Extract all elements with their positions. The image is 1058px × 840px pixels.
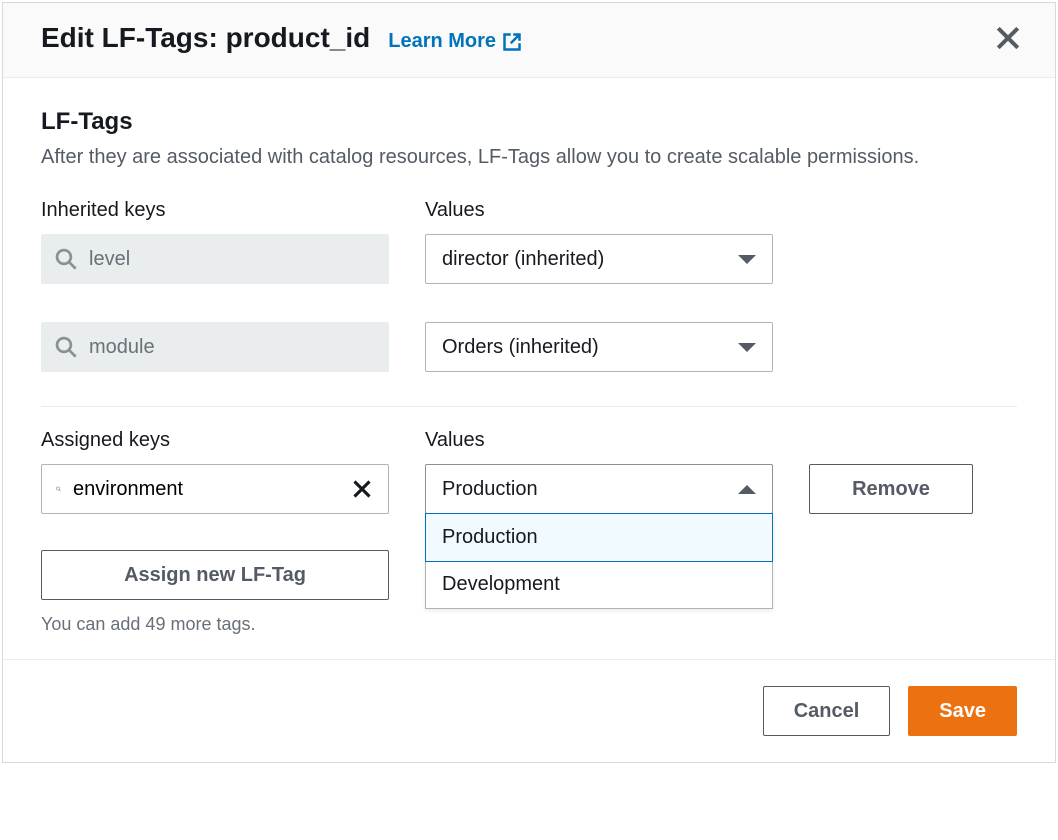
assigned-keys-label: Assigned keys	[41, 429, 389, 452]
assigned-actions-col: Remove	[809, 429, 973, 514]
section-title: LF-Tags	[41, 108, 1017, 136]
section-desc: After they are associated with catalog r…	[41, 146, 1017, 169]
remove-label: Remove	[852, 478, 930, 501]
select-text: Orders (inherited)	[442, 336, 599, 359]
assigned-row: Assigned keys Assign new LF-Tag	[41, 429, 1017, 635]
inherited-key-text: module	[89, 336, 155, 359]
cancel-label: Cancel	[794, 700, 860, 723]
assigned-keys-col: Assigned keys Assign new LF-Tag	[41, 429, 389, 635]
save-button[interactable]: Save	[908, 686, 1017, 736]
save-label: Save	[939, 700, 986, 723]
learn-more-link[interactable]: Learn More	[388, 30, 522, 53]
clear-input-button[interactable]	[350, 477, 374, 501]
select-text: Production	[442, 478, 538, 501]
remove-button[interactable]: Remove	[809, 464, 973, 514]
cancel-button[interactable]: Cancel	[763, 686, 891, 736]
select-text: director (inherited)	[442, 248, 604, 271]
inherited-key-field: level	[41, 234, 389, 284]
header-left: Edit LF-Tags: product_id Learn More	[41, 22, 522, 54]
assigned-values-label: Values	[425, 429, 773, 452]
inherited-keys-col: Inherited keys level module	[41, 199, 389, 372]
assigned-value-dropdown: Production Production Development	[425, 464, 773, 514]
assigned-value-select[interactable]: Production	[425, 464, 773, 514]
modal-body: LF-Tags After they are associated with c…	[3, 78, 1055, 659]
page-title: Edit LF-Tags: product_id	[41, 22, 370, 54]
assigned-key-input[interactable]	[73, 478, 338, 501]
dropdown-list: Production Development	[425, 514, 773, 609]
assigned-key-input-wrapper	[41, 464, 389, 514]
assign-new-lftag-label: Assign new LF-Tag	[124, 564, 306, 587]
chevron-up-icon	[738, 485, 756, 494]
inherited-values-col: Values director (inherited) Orders (inhe…	[425, 199, 773, 372]
inherited-keys-label: Inherited keys	[41, 199, 389, 222]
search-icon	[55, 248, 77, 270]
search-icon	[55, 336, 77, 358]
learn-more-label: Learn More	[388, 30, 496, 53]
modal-footer: Cancel Save	[3, 659, 1055, 762]
external-link-icon	[502, 32, 522, 52]
close-icon	[995, 25, 1021, 51]
inherited-key-field: module	[41, 322, 389, 372]
dropdown-option[interactable]: Development	[426, 561, 772, 608]
modal-header: Edit LF-Tags: product_id Learn More	[3, 3, 1055, 78]
tags-remaining-helper: You can add 49 more tags.	[41, 614, 389, 635]
dropdown-option[interactable]: Production	[425, 513, 773, 562]
divider	[41, 406, 1017, 407]
assigned-values-col: Values Production Production Development	[425, 429, 773, 514]
inherited-value-select[interactable]: Orders (inherited)	[425, 322, 773, 372]
close-icon	[352, 479, 372, 499]
search-icon	[56, 478, 61, 500]
close-button[interactable]	[991, 21, 1025, 55]
chevron-down-icon	[738, 255, 756, 264]
spacer	[809, 429, 973, 452]
inherited-value-select[interactable]: director (inherited)	[425, 234, 773, 284]
assign-new-lftag-button[interactable]: Assign new LF-Tag	[41, 550, 389, 600]
edit-lf-tags-modal: Edit LF-Tags: product_id Learn More LF-T…	[2, 2, 1056, 763]
inherited-row: Inherited keys level module	[41, 199, 1017, 372]
chevron-down-icon	[738, 343, 756, 352]
inherited-key-text: level	[89, 248, 130, 271]
inherited-values-label: Values	[425, 199, 773, 222]
